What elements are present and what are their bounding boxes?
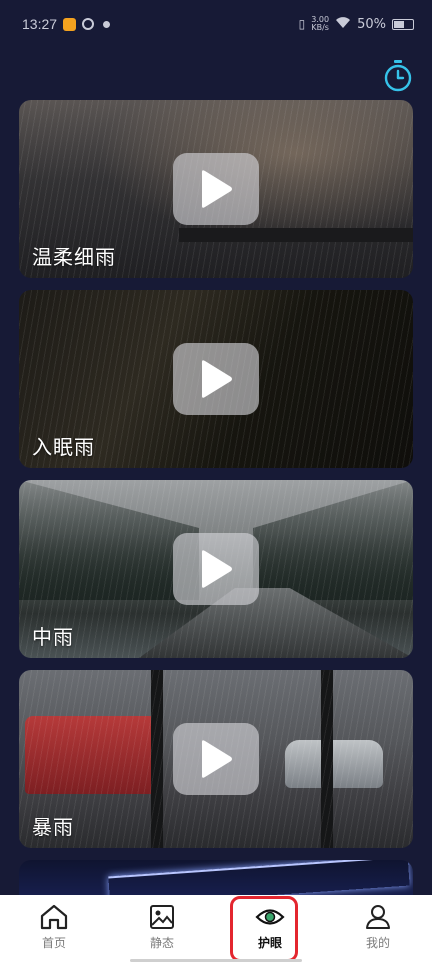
card-title: 暴雨 [32, 815, 74, 839]
nav-label: 护眼 [257, 936, 282, 950]
weibo-icon [63, 17, 77, 31]
status-bar: 13:27 ▯ 3.00 KB/s 50% [0, 0, 432, 48]
sound-card-moderate-rain[interactable]: 中雨 [19, 480, 413, 658]
home-indicator [130, 959, 302, 962]
user-icon [366, 905, 390, 929]
sound-card-gentle-rain[interactable]: 温柔细雨 [19, 100, 413, 278]
bottom-nav: 首页 静态 护眼 我的 [0, 895, 432, 964]
eye-icon [255, 909, 285, 925]
card-image-detail [179, 228, 413, 242]
sound-card-sleep-rain[interactable]: 入眠雨 [19, 290, 413, 468]
nav-label: 静态 [149, 936, 174, 950]
timer-button[interactable] [382, 58, 414, 94]
play-icon [202, 550, 232, 588]
nav-label: 我的 [365, 936, 390, 950]
nav-label: 首页 [41, 936, 66, 950]
status-time: 13:27 [22, 16, 58, 32]
play-icon [202, 170, 232, 208]
sync-icon [82, 18, 95, 30]
nav-item-eye-care[interactable]: 护眼 [216, 895, 324, 964]
play-icon [202, 740, 232, 778]
flower-icon [100, 17, 114, 31]
play-button[interactable] [173, 343, 259, 415]
sound-card-heavy-rain[interactable]: 暴雨 [19, 670, 413, 848]
status-right: ▯ 3.00 KB/s 50% [299, 16, 414, 32]
status-left: 13:27 [22, 16, 114, 32]
nav-item-profile[interactable]: 我的 [324, 895, 432, 964]
play-button[interactable] [173, 153, 259, 225]
play-button[interactable] [173, 533, 259, 605]
card-title: 温柔细雨 [32, 245, 116, 269]
card-title: 入眠雨 [32, 435, 95, 459]
card-title: 中雨 [32, 625, 74, 649]
vibrate-icon: ▯ [298, 17, 306, 31]
stopwatch-icon [384, 60, 412, 92]
wifi-icon [335, 16, 351, 32]
battery-percent: 50% [357, 16, 386, 32]
image-icon [150, 905, 174, 929]
net-speed: 3.00 KB/s [311, 16, 329, 32]
play-icon [202, 360, 232, 398]
net-speed-unit: KB/s [311, 23, 329, 32]
home-icon [40, 904, 68, 930]
battery-icon [392, 18, 414, 30]
nav-item-home[interactable]: 首页 [0, 895, 108, 964]
play-button[interactable] [173, 723, 259, 795]
nav-item-static[interactable]: 静态 [108, 895, 216, 964]
